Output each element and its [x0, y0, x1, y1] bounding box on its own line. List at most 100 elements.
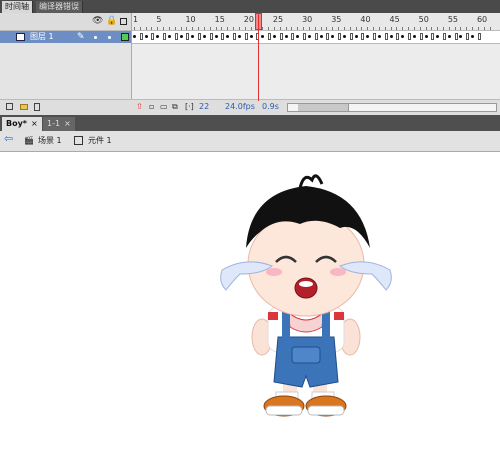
eye-icon[interactable]: 👁: [92, 17, 103, 26]
frame-span-end[interactable]: [442, 33, 446, 40]
keyframe[interactable]: [354, 35, 358, 38]
keyframe[interactable]: [366, 35, 370, 38]
frame-span-end[interactable]: [338, 33, 342, 40]
new-layer-icon[interactable]: [6, 103, 13, 110]
new-folder-icon[interactable]: [20, 104, 28, 110]
frame-span-end[interactable]: [233, 33, 237, 40]
outline-icon[interactable]: [120, 18, 127, 25]
keyframe[interactable]: [272, 35, 276, 38]
frame-span-end[interactable]: [477, 33, 481, 40]
keyframe[interactable]: [284, 35, 288, 38]
keyframe[interactable]: [202, 35, 206, 38]
scene-breadcrumb[interactable]: 场景 1: [38, 135, 62, 147]
keyframe[interactable]: [307, 35, 311, 38]
ruler-tick: [332, 27, 334, 30]
edit-multiple-icon[interactable]: ⧉: [172, 103, 180, 111]
back-arrow-icon[interactable]: ⇦: [4, 133, 13, 145]
frame-span-end[interactable]: [209, 33, 213, 40]
keyframe[interactable]: [436, 35, 440, 38]
elapsed-time: 0.9s: [262, 102, 279, 111]
frame-span-end[interactable]: [314, 33, 318, 40]
keyframe[interactable]: [342, 35, 346, 38]
ruler-tick: [168, 27, 170, 30]
frame-span-end[interactable]: [373, 33, 377, 40]
keyframe[interactable]: [296, 35, 300, 38]
right-blush: [330, 268, 346, 276]
keyframe[interactable]: [226, 35, 230, 38]
keyframe[interactable]: [412, 35, 416, 38]
keyframe[interactable]: [133, 35, 136, 38]
stage[interactable]: [0, 152, 500, 456]
keyframe[interactable]: [389, 35, 393, 38]
frame-span-end[interactable]: [408, 33, 411, 40]
center-frame-icon[interactable]: ⇧: [136, 103, 144, 111]
tab-boy[interactable]: Boy* ×: [2, 117, 42, 131]
frame-span-end[interactable]: [268, 33, 272, 40]
ruler-tick: [425, 27, 427, 30]
tab-timeline[interactable]: 时间轴: [2, 1, 33, 13]
frame-span-end[interactable]: [396, 33, 400, 40]
lock-icon[interactable]: 🔒: [106, 17, 117, 26]
frame-span-end[interactable]: [349, 33, 353, 40]
playhead[interactable]: [258, 13, 259, 101]
frame-ruler[interactable]: 1 5 10 15 20 25 30 35 40 45 50 55 60: [132, 13, 500, 31]
layer-row[interactable]: 图层 1 ✎: [0, 31, 131, 43]
keyframe[interactable]: [471, 35, 475, 38]
keyframe[interactable]: [156, 35, 160, 38]
frame-span-end[interactable]: [139, 33, 143, 40]
visibility-dot[interactable]: [94, 36, 97, 39]
ruler-tick: [489, 27, 491, 30]
keyframe[interactable]: [144, 35, 148, 38]
ruler-tick: [227, 27, 229, 30]
keyframe[interactable]: [249, 35, 253, 38]
frame-span-end[interactable]: [186, 33, 190, 40]
keyframe[interactable]: [179, 35, 183, 38]
frame-span-end[interactable]: [431, 33, 435, 40]
frame-rate[interactable]: 24.0fps: [225, 102, 255, 111]
frame-span-end[interactable]: [303, 33, 307, 40]
frame-span-end[interactable]: [326, 33, 330, 40]
symbol-breadcrumb[interactable]: 元件 1: [88, 135, 112, 147]
keyframe[interactable]: [447, 35, 451, 38]
frame-span-end[interactable]: [466, 33, 470, 40]
layer-color-box[interactable]: [121, 33, 129, 41]
onion-markers-icon[interactable]: [·]: [185, 103, 194, 111]
frame-span-end[interactable]: [279, 33, 283, 40]
close-icon[interactable]: ×: [31, 119, 38, 128]
keyframe[interactable]: [377, 35, 381, 38]
delete-icon[interactable]: [34, 103, 40, 111]
keyframe[interactable]: [459, 35, 463, 38]
keyframe[interactable]: [319, 35, 323, 38]
keyframe[interactable]: [167, 35, 171, 38]
keyframe[interactable]: [237, 35, 241, 38]
keyframe[interactable]: [214, 35, 218, 38]
keyframe[interactable]: [261, 35, 265, 38]
keyframe[interactable]: [401, 35, 405, 38]
frame-span-end[interactable]: [419, 33, 423, 40]
frame-span-end[interactable]: [163, 33, 167, 40]
frame-span-end[interactable]: [244, 33, 248, 40]
ruler-tick: [396, 27, 398, 30]
frame-span-end[interactable]: [151, 33, 155, 40]
boy-character[interactable]: [0, 152, 500, 456]
frame-span-end[interactable]: [198, 33, 202, 40]
close-icon[interactable]: ×: [64, 119, 71, 128]
horizontal-scrollbar[interactable]: [287, 103, 497, 112]
current-frame[interactable]: 22: [199, 102, 209, 111]
frame-span-end[interactable]: [174, 33, 178, 40]
frame-span-end[interactable]: [221, 33, 225, 40]
keyframe[interactable]: [331, 35, 335, 38]
frame-span-end[interactable]: [361, 33, 365, 40]
scroll-thumb[interactable]: [298, 104, 349, 111]
frame-span-end[interactable]: [291, 33, 295, 40]
lock-dot[interactable]: [108, 36, 111, 39]
keyframe[interactable]: [191, 35, 195, 38]
frame-span-end[interactable]: [384, 33, 388, 40]
keyframe[interactable]: [424, 35, 428, 38]
tab-1-1[interactable]: 1-1 ×: [43, 117, 75, 131]
onion-outline-icon[interactable]: ▭: [160, 103, 168, 111]
tab-compiler-errors[interactable]: 编译器错误: [36, 1, 83, 13]
onion-skin-icon[interactable]: ▫: [149, 103, 157, 111]
frame-strip[interactable]: [132, 31, 500, 44]
frame-span-end[interactable]: [454, 33, 458, 40]
